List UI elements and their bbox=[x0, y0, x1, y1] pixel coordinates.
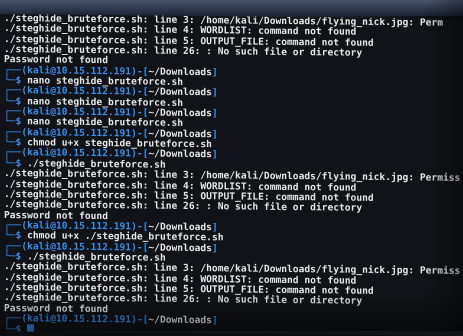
prompt-box-glyph: ] bbox=[212, 243, 218, 254]
prompt-dollar: └─$ bbox=[4, 324, 27, 335]
prompt-user-host: kali@10.15.112.191 bbox=[27, 313, 131, 325]
prompt-box-glyph: ] bbox=[212, 129, 218, 140]
terminal-output: ./steghide_bruteforce.sh: line 3: /home/… bbox=[4, 14, 463, 336]
prompt-box-glyph: ┌──( bbox=[4, 313, 27, 324]
terminal-window[interactable]: ./steghide_bruteforce.sh: line 3: /home/… bbox=[0, 14, 463, 336]
prompt-path: ~/Downloads bbox=[148, 315, 212, 327]
monitor-bezel bbox=[0, 0, 463, 16]
prompt-box-glyph: ] bbox=[212, 150, 218, 161]
prompt-box-glyph: ] bbox=[212, 88, 218, 99]
cursor-block[interactable] bbox=[27, 325, 34, 334]
prompt-box-glyph: )-[ bbox=[131, 314, 148, 325]
prompt-box-glyph: ] bbox=[212, 315, 218, 326]
prompt-box-glyph: ] bbox=[212, 108, 218, 119]
prompt-box-glyph: ] bbox=[212, 67, 218, 78]
